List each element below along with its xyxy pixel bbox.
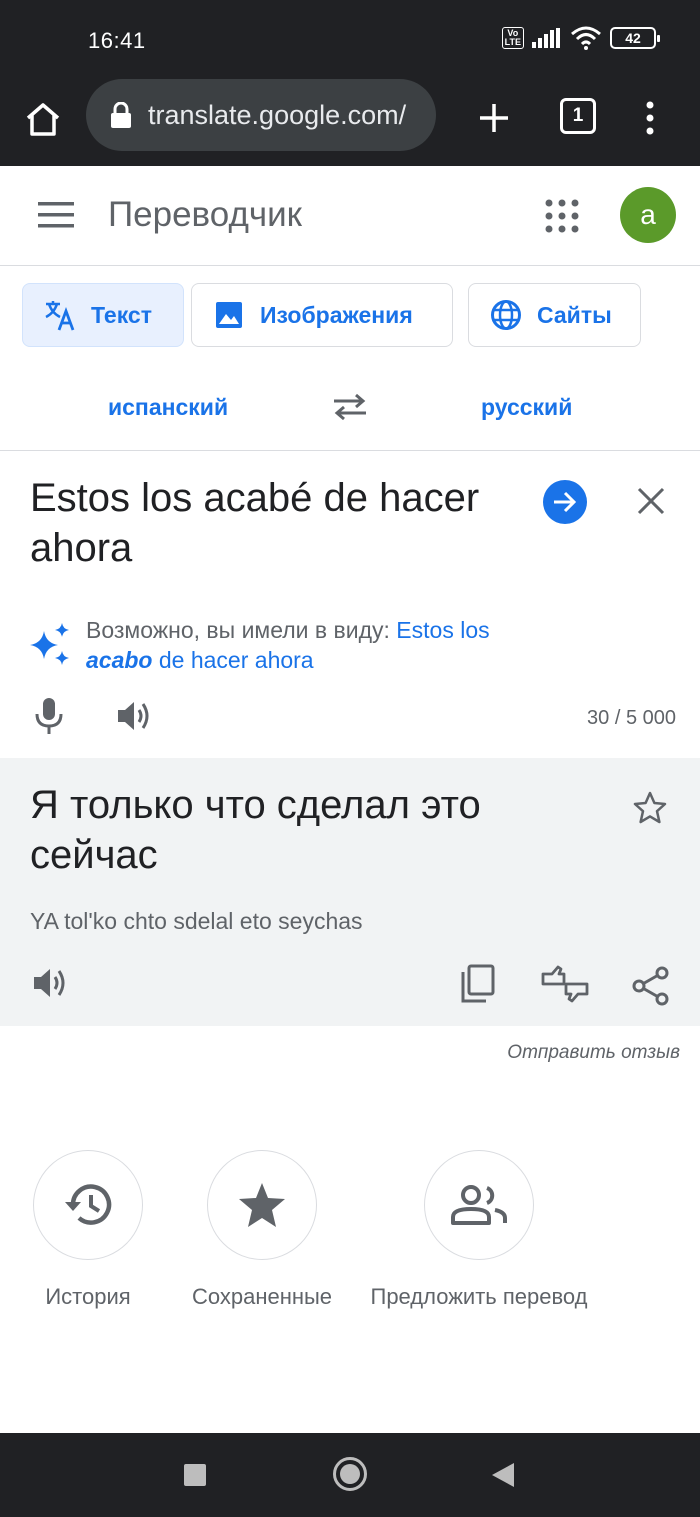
suggestion-text: Возможно, вы имели в виду: Estos los aca… [86, 615, 556, 675]
home-nav-button[interactable] [333, 1457, 367, 1491]
history-button[interactable] [33, 1150, 143, 1260]
swap-languages-icon[interactable] [332, 392, 368, 422]
browser-menu-button[interactable] [636, 96, 664, 140]
tab-images-label: Изображения [260, 301, 413, 328]
arrow-forward-icon [554, 491, 577, 513]
people-icon [451, 1185, 507, 1225]
tab-text[interactable]: Текст [22, 283, 184, 347]
send-feedback-link[interactable]: Отправить отзыв [507, 1042, 680, 1064]
avatar[interactable]: a [620, 187, 676, 243]
system-nav-bar [0, 1433, 700, 1517]
contribute-shortcut[interactable]: Предложить перевод [371, 1150, 588, 1310]
back-button[interactable] [492, 1463, 514, 1487]
wifi-icon [571, 26, 601, 50]
character-counter: 30 / 5 000 [587, 707, 676, 729]
avatar-letter: a [640, 199, 656, 230]
saved-label: Сохраненные [191, 1284, 333, 1309]
tab-switcher-button[interactable]: 1 [560, 98, 596, 134]
language-selector: испанский русский [0, 356, 700, 451]
sparkle-icon [30, 623, 69, 665]
browser-toolbar: translate.google.com/ 1 [0, 78, 700, 166]
volte-icon: Vo LTE [501, 27, 524, 49]
source-panel: Estos los acabé de hacer ahora Возможно,… [0, 451, 700, 758]
status-bar: 16:41 Vo LTE 42 [0, 0, 700, 78]
status-time: 16:41 [88, 28, 146, 53]
more-vert-icon [646, 101, 654, 135]
lock-icon [111, 102, 131, 128]
translate-icon [43, 298, 77, 332]
saved-shortcut[interactable]: Сохраненные [192, 1150, 332, 1310]
battery-level: 42 [625, 30, 641, 46]
share-icon[interactable] [632, 966, 670, 1006]
history-icon [65, 1184, 112, 1225]
tab-text-label: Текст [91, 301, 152, 328]
recents-button[interactable] [184, 1464, 206, 1486]
star-icon [239, 1183, 285, 1227]
copy-icon[interactable] [460, 964, 496, 1004]
translation-text: Я только что сделал это сейчас [30, 783, 481, 877]
apps-grid-icon[interactable] [544, 198, 580, 234]
globe-icon [489, 298, 523, 332]
address-bar[interactable]: translate.google.com/ [86, 79, 436, 151]
url-text: translate.google.com/ [148, 99, 407, 130]
speaker-icon[interactable] [32, 966, 70, 1000]
app-title: Переводчик [108, 195, 302, 234]
mode-tabs: Текст Изображения Сайты [0, 266, 700, 356]
result-panel: Я только что сделал это сейчас YA tol'ko… [0, 758, 700, 1026]
suggestion-prefix: Возможно, вы имели в виду: [86, 617, 390, 643]
plus-icon [480, 104, 508, 132]
translate-button[interactable] [543, 480, 587, 524]
tab-count: 1 [572, 105, 584, 126]
save-star-icon[interactable] [632, 790, 668, 826]
saved-button[interactable] [207, 1150, 317, 1260]
app-header: Переводчик a [0, 166, 700, 266]
battery-icon: 42 [610, 27, 660, 49]
home-button[interactable] [20, 96, 66, 142]
home-icon [26, 103, 60, 136]
contribute-button[interactable] [424, 1150, 534, 1260]
new-tab-button[interactable] [472, 96, 516, 140]
microphone-icon[interactable] [34, 696, 64, 736]
history-shortcut[interactable]: История [33, 1150, 143, 1310]
signal-icon [532, 28, 560, 48]
image-icon [212, 298, 246, 332]
tab-images[interactable]: Изображения [191, 283, 453, 347]
history-label: История [45, 1284, 131, 1309]
menu-icon[interactable] [38, 202, 74, 228]
rate-translation-icon[interactable] [540, 964, 590, 1004]
tab-websites[interactable]: Сайты [468, 283, 641, 347]
transliteration: YA tol'ko chto sdelal eto seychas [30, 908, 363, 934]
contribute-label: Предложить перевод [370, 1284, 588, 1309]
speaker-icon[interactable] [116, 699, 154, 733]
target-language-button[interactable]: русский [481, 394, 572, 421]
close-icon[interactable] [634, 484, 668, 518]
source-text-input[interactable]: Estos los acabé de hacer ahora [30, 473, 520, 573]
tab-websites-label: Сайты [537, 301, 612, 328]
source-language-button[interactable]: испанский [108, 394, 228, 421]
status-icons: Vo LTE 42 [501, 26, 660, 50]
